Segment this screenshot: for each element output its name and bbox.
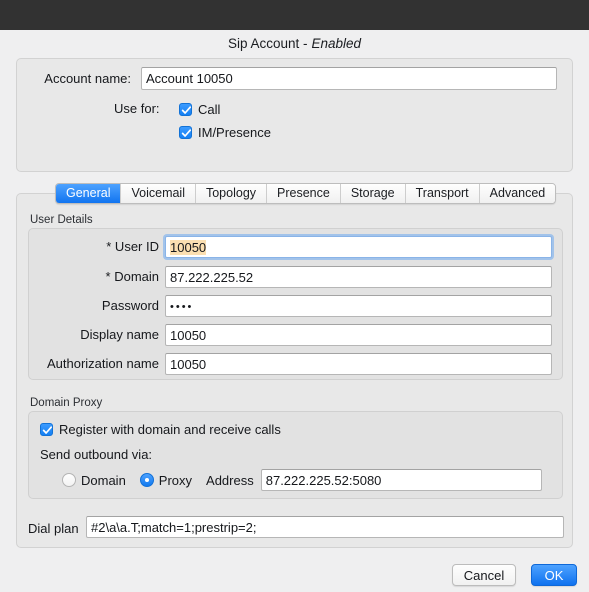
tab-voicemail[interactable]: Voicemail — [121, 184, 196, 203]
display-name-label: Display name — [80, 327, 159, 342]
account-name-label: Account name: — [44, 71, 131, 86]
cancel-button[interactable]: Cancel — [452, 564, 516, 586]
user-details-group-title: User Details — [30, 214, 93, 226]
display-name-input[interactable]: 10050 — [165, 324, 552, 346]
tab-storage[interactable]: Storage — [340, 184, 406, 203]
use-for-im-presence-checkbox-row[interactable]: IM/Presence — [179, 123, 271, 141]
dial-plan-input[interactable]: #2\a\a.T;match=1;prestrip=2; — [86, 516, 564, 538]
radio-domain-label: Domain — [81, 472, 126, 488]
user-id-row: * User ID 10050 — [106, 236, 552, 258]
user-id-value: 10050 — [170, 240, 207, 255]
tab-transport[interactable]: Transport — [405, 184, 480, 203]
domain-input[interactable]: 87.222.225.52 — [165, 266, 552, 288]
account-name-row: Account name: Account 10050 — [17, 67, 572, 91]
register-with-domain-checkbox-row[interactable]: Register with domain and receive calls — [40, 420, 281, 438]
dialog-title: Sip Account - Enabled — [0, 36, 589, 51]
tab-topology[interactable]: Topology — [195, 184, 268, 203]
password-row: Password •••• — [102, 295, 552, 317]
dial-plan-label: Dial plan — [28, 521, 79, 536]
domain-label: * Domain — [105, 269, 159, 284]
account-panel: Account name: Account 10050 — [16, 58, 573, 172]
checkbox-checked-icon[interactable] — [179, 125, 192, 139]
user-id-label: * User ID — [106, 239, 159, 254]
tab-advanced[interactable]: Advanced — [479, 184, 556, 203]
send-outbound-options[interactable]: Domain Proxy Address 87.222.225.52:5080 — [62, 469, 542, 491]
checkbox-checked-icon[interactable] — [40, 422, 53, 436]
radio-proxy-label: Proxy — [158, 472, 193, 488]
use-for-im-presence-label: IM/Presence — [198, 124, 271, 140]
account-name-input[interactable]: Account 10050 — [141, 67, 557, 90]
use-for-call-checkbox-row[interactable]: Call — [179, 100, 220, 118]
send-outbound-label: Send outbound via: — [40, 447, 153, 462]
dialog-title-text: Sip Account - — [227, 36, 308, 51]
tab-general[interactable]: General — [56, 184, 122, 203]
use-for-call-label: Call — [198, 101, 221, 117]
address-input[interactable]: 87.222.225.52:5080 — [260, 469, 542, 491]
user-id-input[interactable]: 10050 — [165, 236, 552, 258]
register-with-domain-label: Register with domain and receive calls — [59, 421, 281, 437]
authorization-name-input[interactable]: 10050 — [165, 353, 552, 375]
password-value: •••• — [170, 301, 194, 313]
display-name-row: Display name 10050 — [80, 324, 552, 346]
checkbox-checked-icon[interactable] — [179, 102, 192, 116]
radio-unselected-icon[interactable] — [62, 473, 76, 487]
address-label: Address — [206, 472, 254, 488]
tab-presence[interactable]: Presence — [267, 184, 341, 203]
radio-selected-icon[interactable] — [139, 473, 154, 487]
password-input[interactable]: •••• — [165, 295, 552, 317]
ok-button[interactable]: OK — [531, 564, 577, 586]
dialog-state-text: Enabled — [311, 36, 362, 51]
window-titlebar — [0, 0, 589, 30]
use-for-label: Use for: — [114, 101, 160, 116]
authorization-name-label: Authorization name — [46, 356, 159, 371]
domain-proxy-group-title: Domain Proxy — [30, 397, 103, 409]
authorization-name-row: Authorization name 10050 — [47, 353, 552, 375]
settings-tabbar[interactable]: General Voicemail Topology Presence Stor… — [55, 183, 557, 204]
password-label: Password — [101, 298, 159, 313]
domain-row: * Domain 87.222.225.52 — [106, 266, 552, 288]
